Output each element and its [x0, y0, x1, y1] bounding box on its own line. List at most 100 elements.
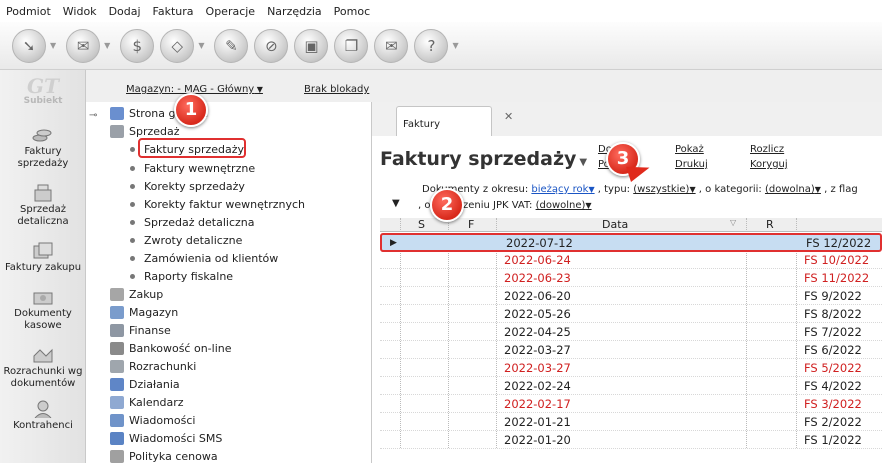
- nav-kontrahenci[interactable]: Kontrahenci: [0, 400, 86, 432]
- tools-icon[interactable]: ✎: [214, 28, 249, 63]
- chevron-down-icon[interactable]: ▼: [104, 41, 110, 50]
- jpk-dropdown[interactable]: (dowolne)▼: [536, 200, 592, 211]
- back-icon[interactable]: ➘: [12, 28, 46, 63]
- typ-label: , typu:: [597, 184, 631, 195]
- table-row[interactable]: 2022-03-27 FS 5/2022: [380, 359, 882, 377]
- menu-pomoc[interactable]: Pomoc: [334, 5, 370, 18]
- cell-date: 2022-05-26: [504, 307, 571, 321]
- tree-sub-zwroty-detaliczne[interactable]: Zwroty detaliczne: [130, 231, 242, 249]
- col-header-r[interactable]: R: [766, 218, 774, 231]
- menu-narzedzia[interactable]: Narzędzia: [267, 5, 322, 18]
- typ-dropdown[interactable]: (wszystkie)▼: [633, 184, 695, 195]
- tree-item-zakup[interactable]: Zakup: [110, 285, 163, 303]
- collapse-icon[interactable]: ▼: [392, 198, 400, 209]
- menu-operacje[interactable]: Operacje: [206, 5, 256, 18]
- tree-item-wiadomosci[interactable]: Wiadomości: [110, 411, 195, 429]
- home-icon: [110, 106, 124, 120]
- jpk-value: (dowolne): [535, 200, 586, 211]
- mail-icon[interactable]: ✉: [374, 28, 409, 63]
- tree-sub-faktury-wewnetrzne[interactable]: Faktury wewnętrzne: [130, 159, 255, 177]
- context-strip: Magazyn: - MAG - Główny ▼ Brak blokady: [86, 70, 882, 102]
- documents-icon[interactable]: ❐: [334, 28, 369, 63]
- tree-sub-sprzedaz-detaliczna[interactable]: Sprzedaż detaliczna: [130, 213, 254, 231]
- table-row[interactable]: 2022-01-21 FS 2/2022: [380, 413, 882, 431]
- table-row[interactable]: 2022-03-27 FS 6/2022: [380, 341, 882, 359]
- nav-label: Dokumenty kasowe: [14, 308, 72, 331]
- tree-item-rozrachunki[interactable]: Rozrachunki: [110, 357, 196, 375]
- tree-item-dzialania[interactable]: Działania: [110, 375, 180, 393]
- printer-icon[interactable]: ▣: [294, 28, 329, 63]
- tree-label: Rozrachunki: [129, 359, 197, 373]
- help-icon[interactable]: ?: [414, 28, 449, 63]
- tree-sub-korekty-faktur-wewn[interactable]: Korekty faktur wewnętrznych: [130, 195, 305, 213]
- col-header-s[interactable]: S: [418, 218, 425, 231]
- tree-label: Polityka cenowa: [129, 449, 218, 463]
- tree-label: Finanse: [129, 323, 171, 337]
- menu-widok[interactable]: Widok: [63, 5, 97, 18]
- nav-dokumenty-kasowe[interactable]: Dokumenty kasowe: [0, 288, 86, 332]
- rozlicz-button[interactable]: Rozlicz: [750, 144, 784, 155]
- col-header-f[interactable]: F: [468, 218, 474, 231]
- cell-number: FS 8/2022: [804, 307, 862, 321]
- tree-item-finanse[interactable]: Finanse: [110, 321, 171, 339]
- messages-icon: [110, 413, 124, 427]
- tree-item-bankowosc[interactable]: Bankowość on-line: [110, 339, 232, 357]
- okres-dropdown[interactable]: bieżący rok▼: [531, 184, 594, 195]
- blokady-link[interactable]: Brak blokady: [304, 84, 369, 95]
- selection-highlight: [138, 138, 246, 158]
- okres-value: bieżący rok: [531, 184, 589, 195]
- nav-rozrachunki[interactable]: Rozrachunki wg dokumentów: [0, 346, 86, 390]
- coins-icon[interactable]: $: [120, 28, 155, 63]
- nav-faktury-sprzedazy[interactable]: Faktury sprzedaży: [0, 126, 86, 170]
- eraser-icon[interactable]: ◇: [160, 28, 195, 63]
- tree-sub-korekty-sprzedazy[interactable]: Korekty sprzedaży: [130, 177, 245, 195]
- tree-item-kalendarz[interactable]: Kalendarz: [110, 393, 184, 411]
- clip-icon[interactable]: ⊘: [254, 28, 289, 63]
- menu-bar: Podmiot Widok Dodaj Faktura Operacje Nar…: [0, 0, 882, 22]
- table-row[interactable]: 2022-06-23 FS 11/2022: [380, 269, 882, 287]
- table-row[interactable]: 2022-01-20 FS 1/2022: [380, 431, 882, 449]
- tree-label: Faktury wewnętrzne: [144, 161, 256, 175]
- pokaz-button[interactable]: Pokaż: [675, 144, 704, 155]
- forward-icon[interactable]: ✉: [66, 28, 101, 63]
- table-row[interactable]: 2022-06-24 FS 10/2022: [380, 251, 882, 269]
- col-header-data[interactable]: Data: [602, 218, 628, 231]
- menu-faktura[interactable]: Faktura: [153, 5, 194, 18]
- close-icon[interactable]: ✕: [504, 110, 513, 123]
- menu-podmiot[interactable]: Podmiot: [6, 5, 51, 18]
- nav-sprzedaz-detaliczna[interactable]: Sprzedaż detaliczna: [0, 184, 86, 228]
- page-title[interactable]: Faktury sprzedaży ▼: [380, 148, 587, 170]
- cell-number: FS 10/2022: [804, 253, 870, 267]
- typ-value: (wszystkie): [633, 184, 690, 195]
- chevron-down-icon[interactable]: ▼: [198, 41, 204, 50]
- table-row[interactable]: 2022-05-26 FS 8/2022: [380, 305, 882, 323]
- menu-dodaj[interactable]: Dodaj: [109, 5, 141, 18]
- drukuj-button[interactable]: Drukuj: [675, 159, 708, 170]
- table-row[interactable]: 2022-06-20 FS 9/2022: [380, 287, 882, 305]
- calendar-icon: [110, 395, 124, 409]
- tree-label: Raporty fiskalne: [144, 269, 234, 283]
- bank-icon: [110, 341, 124, 355]
- nav-label: Sprzedaż detaliczna: [17, 204, 69, 227]
- tree-item-polityka-cenowa[interactable]: Polityka cenowa: [110, 447, 218, 463]
- chevron-down-icon: ▼: [579, 157, 588, 168]
- tree-item-wiadomosci-sms[interactable]: Wiadomości SMS: [110, 429, 222, 447]
- cell-date: 2022-03-27: [504, 361, 571, 375]
- table-row[interactable]: 2022-02-17 FS 3/2022: [380, 395, 882, 413]
- koryguj-button[interactable]: Koryguj: [750, 159, 788, 170]
- cell-number: FS 4/2022: [804, 379, 862, 393]
- tab-faktury-sprzedazy[interactable]: Faktury sprzedaży: [396, 106, 492, 166]
- nav-faktury-zakupu[interactable]: Faktury zakupu: [0, 242, 86, 274]
- actions-icon: [110, 377, 124, 391]
- table-row[interactable]: 2022-02-24 FS 4/2022: [380, 377, 882, 395]
- table-row[interactable]: 2022-04-25 FS 7/2022: [380, 323, 882, 341]
- settlements-icon: [33, 348, 53, 363]
- chevron-down-icon[interactable]: ▼: [50, 41, 56, 50]
- pin-icon[interactable]: ⊸: [89, 110, 97, 121]
- tree-sub-raporty-fiskalne[interactable]: Raporty fiskalne: [130, 267, 233, 285]
- chevron-down-icon[interactable]: ▼: [452, 41, 458, 50]
- kategoria-dropdown[interactable]: (dowolna)▼: [765, 184, 821, 195]
- table-row[interactable]: ▶ 2022-07-12 FS 12/2022: [380, 233, 882, 252]
- tree-sub-zamowienia[interactable]: Zamówienia od klientów: [130, 249, 278, 267]
- tree-item-magazyn[interactable]: Magazyn: [110, 303, 178, 321]
